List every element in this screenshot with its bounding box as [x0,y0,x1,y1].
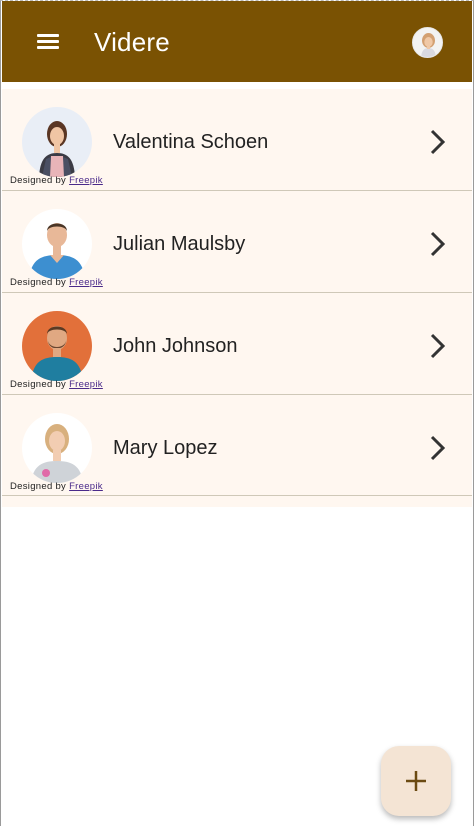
list-item[interactable]: Designed by Freepik Valentina Schoen [2,89,472,191]
contact-name: Valentina Schoen [113,131,269,153]
list-item[interactable]: Designed by Freepik Mary Lopez [2,395,472,496]
chevron-right-icon [430,435,446,461]
add-icon [406,771,426,791]
contact-name: Julian Maulsby [113,233,246,255]
app-title: Videre [94,27,170,57]
chevron-right-icon [430,333,446,359]
contact-name: Mary Lopez [113,437,218,459]
contact-name: John Johnson [113,335,238,357]
image-credit: Designed by Freepik [10,175,103,186]
contact-list: Designed by Freepik Valentina Schoen Des… [2,89,472,507]
avatar [22,107,92,177]
chevron-right-icon [430,129,446,155]
menu-icon[interactable] [35,31,63,53]
avatar [22,413,92,483]
add-contact-button[interactable] [381,746,451,816]
avatar [22,209,92,279]
chevron-right-icon [430,231,446,257]
freepik-link[interactable]: Freepik [69,379,103,390]
freepik-link[interactable]: Freepik [69,277,103,288]
list-item[interactable]: Designed by Freepik John Johnson [2,293,472,395]
image-credit: Designed by Freepik [10,481,103,492]
account-avatar[interactable] [412,27,443,58]
avatar [22,311,92,381]
app-bar: Videre [2,1,472,82]
freepik-link[interactable]: Freepik [69,175,103,186]
image-credit: Designed by Freepik [10,277,103,288]
image-credit: Designed by Freepik [10,379,103,390]
list-item[interactable]: Designed by Freepik Julian Maulsby [2,191,472,293]
freepik-link[interactable]: Freepik [69,481,103,492]
